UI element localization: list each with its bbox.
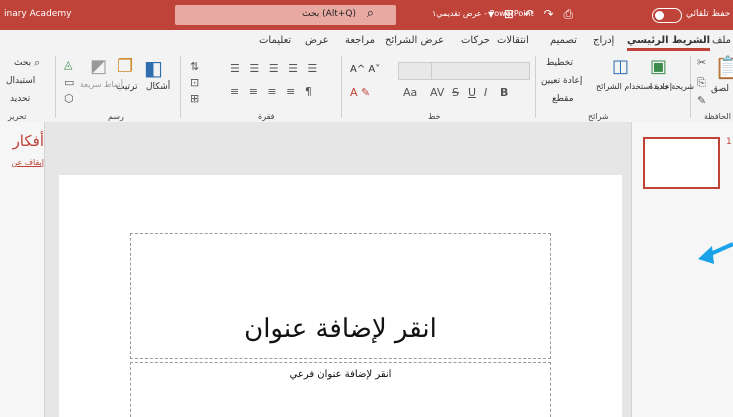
separator (535, 56, 536, 118)
alignment-icons[interactable]: ≡ ≡ ≡ ≡ ¶ (230, 85, 315, 98)
separator (341, 56, 342, 118)
copy-icon[interactable]: ⎘ (697, 76, 706, 90)
align-text-icon[interactable]: ⊡ (190, 76, 199, 89)
group-drawing-label: رسم (108, 112, 124, 121)
separator (180, 56, 181, 118)
subtitle-placeholder[interactable]: انقر لإضافة عنوان فرعي (130, 362, 551, 417)
shapes-label[interactable]: أشكال (146, 82, 170, 92)
arrow-pointer-icon (698, 242, 733, 264)
tab-insert[interactable]: إدراج (593, 35, 614, 46)
shape-outline-icon[interactable]: ▭ (64, 76, 74, 89)
tab-review[interactable]: مراجعة (345, 35, 375, 46)
quick-styles-icon[interactable]: ◩ (90, 56, 107, 77)
italic-button[interactable]: I (484, 86, 487, 99)
quick-access-icons[interactable]: ▾ ⊞ ↶ ↷ ⎙ (488, 7, 576, 22)
tab-help[interactable]: تعليمات (259, 35, 291, 46)
group-slides-label: شرائح (588, 112, 609, 121)
tab-view[interactable]: عرض (305, 35, 329, 46)
paste-icon[interactable]: 📋 (714, 56, 733, 81)
font-size-field[interactable] (398, 62, 432, 80)
underline-button[interactable]: U (468, 86, 476, 99)
autosave-label: حفظ تلقائي (686, 9, 731, 19)
designer-turn-off-link[interactable]: إيقاف عن (11, 158, 44, 167)
replace-button[interactable]: استبدال (6, 76, 35, 86)
cut-icon[interactable]: ✂ (697, 56, 706, 69)
subtitle-placeholder-text: انقر لإضافة عنوان فرعي (289, 369, 392, 380)
strikethrough-button[interactable]: S (452, 86, 459, 99)
separator (55, 56, 56, 118)
toggle-knob (655, 11, 664, 20)
autosave-toggle[interactable] (652, 8, 682, 23)
reset-button[interactable]: إعادة تعيين (541, 76, 582, 86)
reuse-slides-label[interactable]: إعادة استخدام الشرائح (596, 82, 672, 91)
reuse-slides-icon[interactable]: ◫ (612, 56, 629, 77)
tab-animations[interactable]: حركات (461, 35, 490, 46)
slide-thumbnail[interactable] (643, 137, 720, 189)
search-icon: ⌕ (366, 6, 374, 21)
paste-label[interactable]: لصق (711, 84, 729, 94)
font-name-field[interactable] (431, 62, 530, 80)
tab-design[interactable]: تصميم (550, 35, 577, 46)
quick-styles-label[interactable]: أنماط سريعة (80, 80, 123, 89)
title-bar: inary Academy بحث (Alt+Q) ⌕ عرض تقديمي١ … (0, 0, 733, 30)
search-label: بحث (Alt+Q) (302, 9, 356, 19)
group-font-label: خط (428, 112, 441, 121)
tab-slideshow[interactable]: عرض الشرائح (385, 35, 444, 46)
format-painter-icon[interactable]: ✎ (697, 94, 706, 107)
smartart-icon[interactable]: ⊞ (190, 92, 199, 105)
group-editing-label: تحرير (8, 112, 27, 121)
find-button[interactable]: بحث (14, 58, 31, 68)
change-case-button[interactable]: Aa (403, 86, 417, 99)
new-slide-icon[interactable]: ▣ (650, 56, 667, 77)
designer-title: أفكار (12, 132, 44, 150)
layout-button[interactable]: تخطيط (546, 58, 573, 68)
group-clipboard-label: الحافظة (704, 112, 731, 121)
section-button[interactable]: مقطع (552, 94, 574, 104)
select-button[interactable]: تحديد (10, 94, 30, 104)
ribbon: 📋 لصق ✂ ⎘ ✎ الحافظة ▣ شريحة جديدة ◫ إعاد… (0, 52, 733, 123)
title-placeholder-text: انقر لإضافة عنوان (244, 314, 437, 344)
text-direction-icon[interactable]: ⇅ (190, 60, 199, 73)
search-box[interactable]: بحث (Alt+Q) ⌕ (175, 5, 396, 25)
designer-pane: أفكار إيقاف عن (0, 122, 45, 417)
slide-thumbnail-number: 1 (726, 137, 732, 147)
bold-button[interactable]: B (500, 86, 508, 99)
tab-home[interactable]: الشريط الرئيسي (627, 35, 711, 51)
group-paragraph-label: فقرة (258, 112, 275, 121)
academy-label: inary Academy (4, 9, 72, 19)
title-placeholder[interactable]: انقر لإضافة عنوان (130, 233, 551, 359)
arrange-icon[interactable]: ❐ (117, 56, 133, 77)
list-icons[interactable]: ☰ ☰ ☰ ☰ ☰ (230, 62, 320, 75)
find-icon: ⌕ (34, 56, 41, 69)
character-spacing-button[interactable]: AV (430, 86, 444, 99)
shape-fill-icon[interactable]: ◬ (64, 58, 72, 71)
ribbon-tabs: ملف الشريط الرئيسي إدراج تصميم انتقالات … (0, 30, 733, 52)
shapes-icon[interactable]: ◧ (144, 56, 163, 80)
shape-effects-icon[interactable]: ⬡ (64, 92, 74, 105)
font-color-icon[interactable]: A ✎ (350, 86, 370, 99)
font-size-increase-icon[interactable]: A^ A˅ (350, 64, 380, 75)
tab-transitions[interactable]: انتقالات (497, 35, 529, 46)
tab-file[interactable]: ملف (712, 35, 731, 46)
